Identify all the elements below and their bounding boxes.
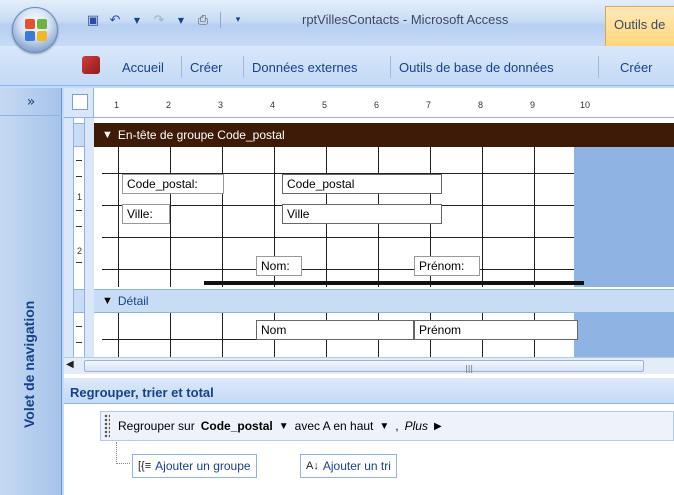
window-title: rptVillesContacts - Microsoft Access [302, 12, 509, 27]
tab-outils-contextuels[interactable]: Outils de [605, 6, 674, 46]
section-arrow-icon: ▼ [102, 295, 113, 307]
expand-nav-icon[interactable]: » [0, 88, 62, 116]
textbox-ville[interactable]: Ville [282, 204, 442, 224]
tab-creer-contextuel[interactable]: Créer [620, 60, 653, 75]
group-level-row[interactable]: Regrouper sur Code_postal ▼ avec A en ha… [100, 411, 674, 441]
ruler-mark [76, 342, 82, 343]
tab-outils-base-donnees[interactable]: Outils de base de données [399, 60, 554, 75]
ruler-tick: 1 [114, 100, 120, 110]
add-sort-label: Ajouter un tri [322, 459, 391, 473]
office-logo-icon [25, 19, 47, 41]
print-preview-icon[interactable]: ⎙ [194, 11, 212, 29]
ruler-tick: 9 [530, 100, 536, 110]
quick-access-toolbar: ▣ ↶ ▼ ↷ ▼ ⎙ ▾ [84, 9, 247, 31]
add-group-icon: [{≡ [138, 460, 152, 472]
detail-title: Détail [117, 294, 149, 308]
ruler-mark [76, 226, 82, 227]
separator-line[interactable] [204, 281, 584, 285]
drag-handle-icon[interactable] [104, 414, 110, 438]
ribbon-tabs: Accueil Créer Données externes Outils de… [0, 46, 674, 86]
divider [181, 56, 182, 78]
vertical-ruler [64, 118, 94, 364]
textbox-nom[interactable]: Nom [256, 320, 414, 340]
label-prenom[interactable]: Prénom: [414, 256, 480, 276]
vertical-ruler-strip [73, 118, 85, 364]
save-icon[interactable]: ▣ [84, 11, 102, 29]
group-prefix: Regrouper sur [118, 419, 195, 433]
scroll-left-icon[interactable]: ◀ [66, 359, 74, 370]
add-group-label: Ajouter un groupe [155, 459, 251, 473]
undo-icon[interactable]: ↶ [106, 11, 124, 29]
label-nom[interactable]: Nom: [256, 256, 302, 276]
horizontal-ruler: 1 2 3 4 5 6 7 8 9 10 [94, 88, 674, 118]
customize-icon[interactable]: ▾ [229, 11, 247, 29]
ruler-tick: 2 [166, 100, 172, 110]
unused-area [574, 147, 674, 287]
ruler-tick: 6 [374, 100, 380, 110]
group-pane-title: Regrouper, trier et total [64, 378, 674, 404]
add-group-button[interactable]: [{≡ Ajouter un groupe [132, 454, 257, 478]
chevron-down-icon[interactable]: ▼ [128, 11, 146, 29]
access-icon [82, 56, 100, 74]
ruler-tick: 7 [426, 100, 432, 110]
tree-connector [116, 442, 130, 464]
section-arrow-icon: ▼ [102, 129, 113, 141]
select-report-box[interactable] [72, 94, 88, 110]
section-selector[interactable] [73, 289, 85, 313]
group-header-bar[interactable]: ▼ En-tête de groupe Code_postal [94, 123, 674, 147]
comma-separator: , [395, 419, 399, 433]
ruler-tick: 3 [218, 100, 224, 110]
more-options-link[interactable]: Plus [405, 419, 428, 433]
label-ville[interactable]: Ville: [122, 204, 170, 224]
redo-icon[interactable]: ↷ [150, 11, 168, 29]
add-sort-button[interactable]: A↓ Ajouter un tri [300, 454, 397, 478]
divider [220, 12, 221, 28]
ruler-mark [76, 176, 82, 177]
detail-bar[interactable]: ▼ Détail [94, 289, 674, 313]
sort-order-select[interactable]: avec A en haut [295, 419, 374, 433]
chevron-down-icon[interactable]: ▼ [279, 421, 289, 432]
navigation-pane-label[interactable]: Volet de navigation [21, 301, 37, 428]
office-button[interactable] [12, 7, 58, 53]
group-sort-total-pane: Regrouper, trier et total Regrouper sur … [64, 378, 674, 495]
ruler-mark [76, 210, 82, 211]
unused-area [574, 313, 674, 358]
ruler-tick: 2 [77, 246, 83, 256]
ruler-mark [76, 160, 82, 161]
scrollbar-thumb[interactable]: ||| [84, 360, 644, 373]
ruler-tick: 5 [322, 100, 328, 110]
label-code-postal[interactable]: Code_postal: [122, 174, 224, 194]
report-selector[interactable] [64, 88, 94, 118]
context-tab-label: Outils de [614, 17, 666, 32]
title-bar: ▣ ↶ ▼ ↷ ▼ ⎙ ▾ rptVillesContacts - Micros… [0, 0, 674, 46]
report-design-view: 1 2 3 4 5 6 7 8 9 10 ▼ En-tête de groupe… [64, 88, 674, 378]
chevron-down-icon[interactable]: ▼ [172, 11, 190, 29]
divider [243, 56, 244, 78]
ruler-tick: 1 [77, 192, 83, 202]
tab-creer[interactable]: Créer [190, 60, 223, 75]
section-selector[interactable] [73, 123, 85, 147]
ruler-tick: 8 [478, 100, 484, 110]
group-header-title: En-tête de groupe Code_postal [117, 128, 285, 142]
textbox-prenom[interactable]: Prénom [414, 320, 578, 340]
sort-az-icon: A↓ [306, 460, 319, 472]
divider [598, 56, 599, 78]
chevron-down-icon[interactable]: ▼ [379, 421, 389, 432]
tab-donnees-externes[interactable]: Données externes [252, 60, 358, 75]
divider [390, 56, 391, 78]
grip-icon: ||| [465, 364, 474, 373]
ruler-tick: 4 [270, 100, 276, 110]
navigation-pane[interactable]: » Volet de navigation [0, 88, 62, 495]
ruler-mark [76, 326, 82, 327]
textbox-code-postal[interactable]: Code_postal [282, 174, 442, 194]
ruler-mark [76, 262, 82, 263]
tab-accueil[interactable]: Accueil [122, 60, 164, 75]
expand-arrow-icon[interactable]: ▶ [434, 421, 442, 432]
ruler-tick: 10 [580, 100, 591, 110]
group-field-select[interactable]: Code_postal [201, 419, 273, 433]
horizontal-scrollbar[interactable]: ◀ ||| [64, 357, 674, 374]
